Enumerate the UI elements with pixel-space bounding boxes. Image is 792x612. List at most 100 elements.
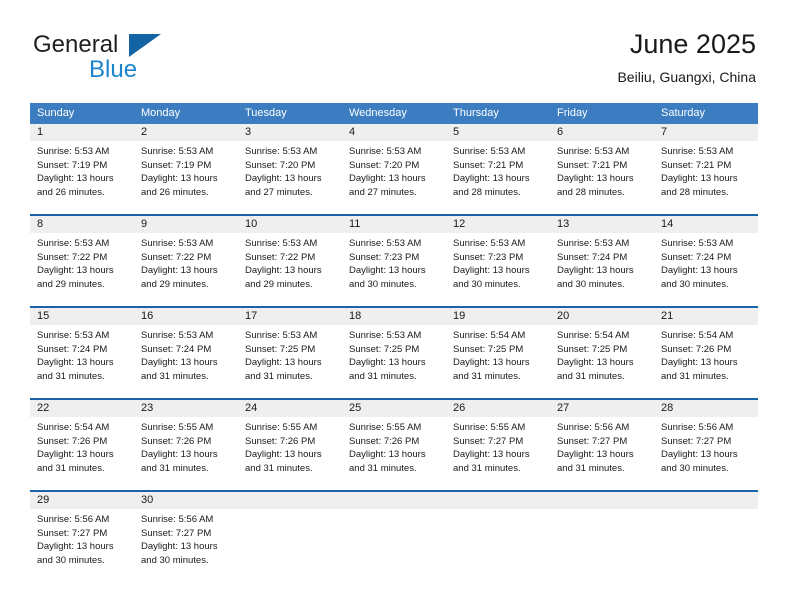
calendar-day-cell[interactable]: 7 Sunrise: 5:53 AM Sunset: 7:21 PM Daylight…	[654, 124, 758, 207]
day-number: 27	[550, 400, 654, 417]
sunrise-time: Sunrise: 5:55 AM	[453, 422, 526, 433]
daylight-duration-line1: Daylight: 13 hours	[557, 449, 634, 460]
sunrise-time: Sunrise: 5:53 AM	[661, 146, 734, 157]
calendar-day-cell[interactable]: 12 Sunrise: 5:53 AM Sunset: 7:23 PM Dayligh…	[446, 216, 550, 299]
day-details: Sunrise: 5:53 AM Sunset: 7:24 PM Daylight:…	[654, 233, 758, 297]
sunset-time: Sunset: 7:26 PM	[245, 435, 316, 447]
daylight-duration-line1: Daylight: 13 hours	[141, 541, 218, 552]
calendar-day-cell[interactable]: 20 Sunrise: 5:54 AM Sunset: 7:25 PM Dayligh…	[550, 308, 654, 391]
calendar-day-cell-empty	[238, 492, 342, 575]
day-number	[342, 492, 446, 509]
page-title: June 2025	[629, 29, 756, 59]
daylight-duration-line2: and 30 minutes.	[661, 278, 729, 290]
day-number: 2	[134, 124, 238, 141]
daylight-duration-line2: and 31 minutes.	[37, 462, 105, 474]
daylight-duration-line2: and 29 minutes.	[37, 278, 105, 290]
calendar-day-cell[interactable]: 16 Sunrise: 5:53 AM Sunset: 7:24 PM Dayligh…	[134, 308, 238, 391]
daylight-duration-line1: Daylight: 13 hours	[661, 449, 738, 460]
day-number: 30	[134, 492, 238, 509]
sunrise-time: Sunrise: 5:53 AM	[245, 146, 318, 157]
day-number: 19	[446, 308, 550, 325]
daylight-duration-line1: Daylight: 13 hours	[557, 357, 634, 368]
sunrise-time: Sunrise: 5:53 AM	[661, 238, 734, 249]
day-number: 24	[238, 400, 342, 417]
day-number: 26	[446, 400, 550, 417]
daylight-duration-line1: Daylight: 13 hours	[245, 173, 322, 184]
masthead: General Blue June 2025 Beiliu, Guangxi, …	[0, 0, 792, 100]
calendar-day-cell[interactable]: 25 Sunrise: 5:55 AM Sunset: 7:26 PM Dayligh…	[342, 400, 446, 483]
calendar-day-cell[interactable]: 8 Sunrise: 5:53 AM Sunset: 7:22 PM Daylight…	[30, 216, 134, 299]
calendar-week-cells: 1 Sunrise: 5:53 AM Sunset: 7:19 PM Daylight…	[30, 124, 758, 207]
day-number: 12	[446, 216, 550, 233]
day-number: 28	[654, 400, 758, 417]
daylight-duration-line1: Daylight: 13 hours	[661, 265, 738, 276]
calendar-day-cell[interactable]: 24 Sunrise: 5:55 AM Sunset: 7:26 PM Dayligh…	[238, 400, 342, 483]
sunrise-time: Sunrise: 5:56 AM	[557, 422, 630, 433]
daylight-duration-line2: and 26 minutes.	[141, 186, 209, 198]
calendar-day-cell[interactable]: 30 Sunrise: 5:56 AM Sunset: 7:27 PM Dayligh…	[134, 492, 238, 575]
calendar-day-cell[interactable]: 9 Sunrise: 5:53 AM Sunset: 7:22 PM Daylight…	[134, 216, 238, 299]
calendar-day-cell[interactable]: 1 Sunrise: 5:53 AM Sunset: 7:19 PM Daylight…	[30, 124, 134, 207]
calendar-day-cell[interactable]: 13 Sunrise: 5:53 AM Sunset: 7:24 PM Dayligh…	[550, 216, 654, 299]
calendar-day-cell[interactable]: 2 Sunrise: 5:53 AM Sunset: 7:19 PM Daylight…	[134, 124, 238, 207]
day-number: 17	[238, 308, 342, 325]
day-details: Sunrise: 5:53 AM Sunset: 7:21 PM Daylight:…	[654, 141, 758, 205]
calendar-day-cell[interactable]: 27 Sunrise: 5:56 AM Sunset: 7:27 PM Dayligh…	[550, 400, 654, 483]
day-number: 20	[550, 308, 654, 325]
calendar-day-cell[interactable]: 23 Sunrise: 5:55 AM Sunset: 7:26 PM Dayligh…	[134, 400, 238, 483]
calendar-day-cell[interactable]: 18 Sunrise: 5:53 AM Sunset: 7:25 PM Dayligh…	[342, 308, 446, 391]
daylight-duration-line2: and 31 minutes.	[141, 462, 209, 474]
calendar-day-cell[interactable]: 29 Sunrise: 5:56 AM Sunset: 7:27 PM Dayligh…	[30, 492, 134, 575]
sunrise-time: Sunrise: 5:56 AM	[661, 422, 734, 433]
day-details: Sunrise: 5:53 AM Sunset: 7:24 PM Daylight:…	[30, 325, 134, 389]
sunrise-time: Sunrise: 5:53 AM	[141, 330, 214, 341]
daylight-duration-line2: and 26 minutes.	[37, 186, 105, 198]
sunrise-time: Sunrise: 5:53 AM	[453, 238, 526, 249]
sunset-time: Sunset: 7:27 PM	[557, 435, 628, 447]
calendar-day-cell[interactable]: 22 Sunrise: 5:54 AM Sunset: 7:26 PM Dayligh…	[30, 400, 134, 483]
calendar-day-cell[interactable]: 17 Sunrise: 5:53 AM Sunset: 7:25 PM Dayligh…	[238, 308, 342, 391]
daylight-duration-line1: Daylight: 13 hours	[37, 357, 114, 368]
calendar-day-cell-empty	[550, 492, 654, 575]
day-details: Sunrise: 5:53 AM Sunset: 7:22 PM Daylight:…	[238, 233, 342, 297]
calendar-day-cell[interactable]: 4 Sunrise: 5:53 AM Sunset: 7:20 PM Daylight…	[342, 124, 446, 207]
calendar-day-cell[interactable]: 10 Sunrise: 5:53 AM Sunset: 7:22 PM Dayligh…	[238, 216, 342, 299]
day-number: 1	[30, 124, 134, 141]
weekday-header-tuesday: Tuesday	[245, 107, 287, 119]
weekday-header-row: Sunday Monday Tuesday Wednesday Thursday…	[30, 103, 758, 124]
day-details: Sunrise: 5:53 AM Sunset: 7:23 PM Daylight:…	[342, 233, 446, 297]
sunset-time: Sunset: 7:21 PM	[453, 159, 524, 171]
daylight-duration-line1: Daylight: 13 hours	[245, 449, 322, 460]
weekday-header-sunday: Sunday	[37, 107, 75, 119]
daylight-duration-line1: Daylight: 13 hours	[453, 265, 530, 276]
daylight-duration-line1: Daylight: 13 hours	[37, 173, 114, 184]
calendar-day-cell[interactable]: 28 Sunrise: 5:56 AM Sunset: 7:27 PM Dayligh…	[654, 400, 758, 483]
calendar-day-cell[interactable]: 3 Sunrise: 5:53 AM Sunset: 7:20 PM Daylight…	[238, 124, 342, 207]
calendar-day-cell[interactable]: 5 Sunrise: 5:53 AM Sunset: 7:21 PM Daylight…	[446, 124, 550, 207]
logo-text-general: General	[33, 31, 119, 58]
sunset-time: Sunset: 7:26 PM	[37, 435, 108, 447]
sunset-time: Sunset: 7:23 PM	[349, 251, 420, 263]
sunrise-time: Sunrise: 5:54 AM	[453, 330, 526, 341]
calendar-day-cell[interactable]: 21 Sunrise: 5:54 AM Sunset: 7:26 PM Dayligh…	[654, 308, 758, 391]
sunset-time: Sunset: 7:20 PM	[349, 159, 420, 171]
day-details: Sunrise: 5:53 AM Sunset: 7:20 PM Daylight:…	[342, 141, 446, 205]
general-blue-logo[interactable]: General Blue	[33, 31, 253, 83]
sunrise-time: Sunrise: 5:53 AM	[245, 238, 318, 249]
calendar-day-cell[interactable]: 26 Sunrise: 5:55 AM Sunset: 7:27 PM Dayligh…	[446, 400, 550, 483]
day-number: 15	[30, 308, 134, 325]
daylight-duration-line2: and 28 minutes.	[453, 186, 521, 198]
daylight-duration-line2: and 30 minutes.	[453, 278, 521, 290]
calendar-day-cell[interactable]: 6 Sunrise: 5:53 AM Sunset: 7:21 PM Daylight…	[550, 124, 654, 207]
sunset-time: Sunset: 7:27 PM	[141, 527, 212, 539]
daylight-duration-line2: and 29 minutes.	[245, 278, 313, 290]
day-details: Sunrise: 5:55 AM Sunset: 7:26 PM Daylight:…	[238, 417, 342, 481]
day-number	[238, 492, 342, 509]
day-number: 29	[30, 492, 134, 509]
calendar-day-cell[interactable]: 15 Sunrise: 5:53 AM Sunset: 7:24 PM Dayligh…	[30, 308, 134, 391]
calendar-day-cell[interactable]: 11 Sunrise: 5:53 AM Sunset: 7:23 PM Dayligh…	[342, 216, 446, 299]
sunset-time: Sunset: 7:22 PM	[141, 251, 212, 263]
calendar-day-cell[interactable]: 14 Sunrise: 5:53 AM Sunset: 7:24 PM Dayligh…	[654, 216, 758, 299]
sunrise-time: Sunrise: 5:54 AM	[557, 330, 630, 341]
calendar-day-cell[interactable]: 19 Sunrise: 5:54 AM Sunset: 7:25 PM Dayligh…	[446, 308, 550, 391]
